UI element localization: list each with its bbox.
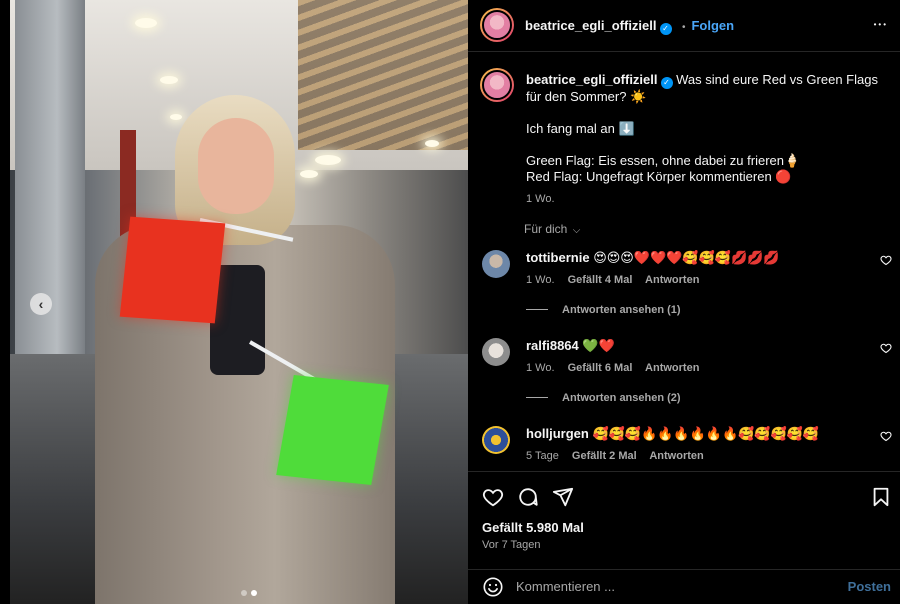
comment-like-heart-icon[interactable]: [880, 342, 892, 354]
caption-text-2: Ich fang mal an ⬇️: [526, 121, 635, 136]
verified-badge-icon: ✓: [660, 77, 673, 89]
view-replies-button[interactable]: Antworten ansehen (1): [526, 304, 681, 316]
comment-text: 💚❤️: [582, 338, 615, 353]
comment-composer: Kommentieren ... Posten: [468, 569, 900, 604]
green-flag: [276, 375, 389, 485]
comment-likes[interactable]: Gefällt 6 Mal: [568, 362, 633, 374]
comment-text: 😍😍😍❤️❤️❤️🥰🥰🥰💋💋💋: [593, 250, 780, 265]
comment-item: holljurgen 🥰🥰🥰🔥🔥🔥🔥🔥🔥🥰🥰🥰🥰🥰 5 Tage Gefällt…: [482, 426, 892, 466]
caption-text-3: Green Flag: Eis essen, ohne dabei zu fri…: [526, 153, 801, 168]
carousel-dot: [241, 590, 247, 596]
post-photo[interactable]: ‹: [10, 0, 468, 604]
ceiling-light: [425, 140, 439, 147]
comment-time: 1 Wo.: [526, 274, 555, 286]
comment-username[interactable]: ralfi8864: [526, 338, 579, 353]
comment-time: 5 Tage: [526, 450, 559, 462]
view-replies-label: Antworten ansehen (1): [562, 304, 681, 316]
comment-username[interactable]: tottibernie: [526, 250, 590, 265]
caption-line-1: beatrice_egli_offiziell ✓ Was sind eure R…: [526, 72, 886, 105]
author-avatar[interactable]: [480, 8, 514, 42]
carousel-dot-active: [251, 590, 257, 596]
header-separator: •: [681, 22, 686, 33]
comment-likes[interactable]: Gefällt 4 Mal: [568, 274, 633, 286]
chevron-left-icon: ‹: [38, 296, 44, 312]
author-username[interactable]: beatrice_egli_offiziell: [525, 18, 657, 33]
comment-input[interactable]: Kommentieren ...: [516, 579, 615, 594]
caption-time: 1 Wo.: [526, 193, 555, 205]
comment-like-heart-icon[interactable]: [880, 430, 892, 442]
like-heart-icon[interactable]: [482, 486, 504, 508]
header-title: beatrice_egli_offiziell ✓ • Folgen: [525, 17, 734, 35]
comment-meta: 5 Tage Gefällt 2 Mal Antworten: [526, 450, 866, 462]
caption-username[interactable]: beatrice_egli_offiziell: [526, 72, 658, 87]
comment-meta: 1 Wo. Gefällt 6 Mal Antworten: [526, 362, 866, 374]
share-send-icon[interactable]: [552, 486, 574, 508]
comment-reply-button[interactable]: Antworten: [645, 362, 699, 374]
post-comment-button[interactable]: Posten: [848, 579, 891, 594]
view-replies-button[interactable]: Antworten ansehen (2): [526, 392, 681, 404]
comment-sort-label: Für dich: [524, 222, 568, 236]
commenter-avatar[interactable]: [482, 250, 510, 278]
comment-body: tottibernie 😍😍😍❤️❤️❤️🥰🥰🥰💋💋💋 1 Wo. Gefäll…: [526, 250, 866, 286]
like-count[interactable]: Gefällt 5.980 Mal: [482, 520, 584, 535]
ceiling-light: [135, 18, 157, 28]
comment-item: tottibernie 😍😍😍❤️❤️❤️🥰🥰🥰💋💋💋 1 Wo. Gefäll…: [482, 250, 892, 322]
comment-body: holljurgen 🥰🥰🥰🔥🔥🔥🔥🔥🔥🥰🥰🥰🥰🥰 5 Tage Gefällt…: [526, 426, 866, 462]
post-detail-panel: beatrice_egli_offiziell ✓ • Folgen ••• bea…: [468, 0, 900, 604]
view-replies-label: Antworten ansehen (2): [562, 392, 681, 404]
post-actions: Gefällt 5.980 Mal Vor 7 Tagen Kommentier…: [468, 471, 900, 604]
comment-bubble-icon[interactable]: [517, 486, 539, 508]
comment-likes[interactable]: Gefällt 2 Mal: [572, 450, 637, 462]
follow-button[interactable]: Folgen: [691, 18, 734, 33]
verified-badge-icon: ✓: [659, 23, 672, 35]
comment-username[interactable]: holljurgen: [526, 426, 589, 441]
post-caption: beatrice_egli_offiziell ✓ Was sind eure R…: [526, 72, 886, 207]
caption-avatar[interactable]: [480, 68, 514, 102]
comment-text: 🥰🥰🥰🔥🔥🔥🔥🔥🔥🥰🥰🥰🥰🥰: [592, 426, 820, 441]
carousel-dots: [241, 590, 257, 596]
comment-like-heart-icon[interactable]: [880, 254, 892, 266]
post-date: Vor 7 Tagen: [482, 539, 541, 551]
emoji-smiley-icon[interactable]: [482, 576, 504, 598]
person-face: [198, 118, 274, 214]
replies-divider: [526, 397, 548, 398]
replies-divider: [526, 309, 548, 310]
carousel-prev-button[interactable]: ‹: [30, 293, 52, 315]
avatar-image: [482, 70, 512, 100]
avatar-image: [482, 10, 512, 40]
comment-body: ralfi8864 💚❤️ 1 Wo. Gefällt 6 Mal Antwor…: [526, 338, 866, 374]
photo-person: [80, 90, 400, 604]
comment-reply-button[interactable]: Antworten: [649, 450, 703, 462]
more-options-icon[interactable]: •••: [874, 20, 888, 29]
comment-reply-button[interactable]: Antworten: [645, 274, 699, 286]
red-flag: [119, 216, 226, 324]
comment-meta: 1 Wo. Gefällt 4 Mal Antworten: [526, 274, 866, 286]
comment-time: 1 Wo.: [526, 362, 555, 374]
comment-sort-dropdown[interactable]: Für dich ⌵: [524, 222, 580, 236]
commenter-avatar[interactable]: [482, 338, 510, 366]
bookmark-icon[interactable]: [870, 486, 892, 508]
post-header: beatrice_egli_offiziell ✓ • Folgen •••: [468, 0, 900, 52]
commenter-avatar[interactable]: [482, 426, 510, 454]
comment-item: ralfi8864 💚❤️ 1 Wo. Gefällt 6 Mal Antwor…: [482, 338, 892, 410]
caption-text-4: Red Flag: Ungefragt Körper kommentieren …: [526, 169, 792, 184]
ceiling-light: [160, 76, 178, 84]
chevron-down-icon: ⌵: [572, 225, 581, 236]
